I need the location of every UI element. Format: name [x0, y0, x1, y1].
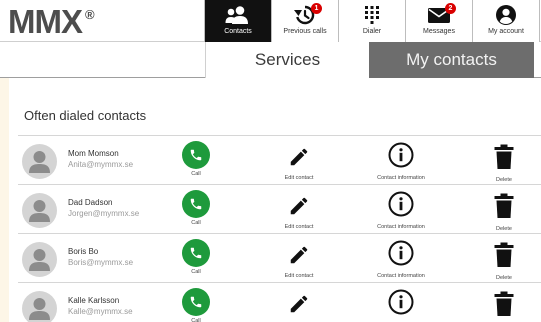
- edit-label: Edit contact: [284, 273, 314, 279]
- nav-my-account[interactable]: My account: [472, 0, 540, 42]
- nav-dialer[interactable]: Dialer: [338, 0, 405, 42]
- nav-label: My account: [488, 28, 524, 35]
- contact-email: Anita@mymmx.se: [68, 160, 134, 169]
- contact-list: Mom Momson Anita@mymmx.se Call Edit cont…: [18, 135, 541, 322]
- info-label: Contact information: [377, 273, 425, 279]
- info-label: Contact information: [377, 175, 425, 181]
- avatar-placeholder-icon: [22, 242, 57, 277]
- phone-icon: [182, 239, 210, 267]
- logo-registered-mark: ®: [85, 7, 95, 22]
- edit-contact-button[interactable]: Edit contact: [274, 293, 324, 322]
- contact-row: Kalle Karlsson Kalle@mymmx.se Call Edit …: [18, 283, 541, 322]
- contact-name: Boris Bo: [68, 247, 99, 256]
- nav-label: Messages: [423, 28, 455, 35]
- edit-label: Edit contact: [284, 224, 314, 230]
- delete-label: Delete: [496, 275, 512, 281]
- phone-icon: [182, 141, 210, 169]
- contact-information-button[interactable]: Contact information: [368, 289, 434, 322]
- call-label: Call: [191, 318, 201, 322]
- avatar-placeholder-icon: [22, 193, 57, 228]
- nav-label: Contacts: [224, 28, 252, 35]
- contact-name: Mom Momson: [68, 149, 119, 158]
- contact-email: Jorgen@mymmx.se: [68, 209, 140, 218]
- pencil-icon: [288, 146, 310, 173]
- dialpad-icon: [364, 0, 380, 27]
- edit-contact-button[interactable]: Edit contact: [274, 195, 324, 230]
- edit-contact-button[interactable]: Edit contact: [274, 146, 324, 181]
- nav-previous-calls[interactable]: 1 Previous calls: [271, 0, 338, 42]
- tab-services[interactable]: Services: [205, 42, 369, 78]
- section-title: Often dialed contacts: [24, 108, 147, 123]
- contact-row: Mom Momson Anita@mymmx.se Call Edit cont…: [18, 136, 541, 185]
- info-icon: [388, 191, 414, 222]
- trash-icon: [494, 242, 514, 273]
- contact-email: Kalle@mymmx.se: [68, 307, 133, 316]
- delete-button[interactable]: Delete: [484, 291, 524, 322]
- info-icon: [388, 142, 414, 173]
- trash-icon: [494, 193, 514, 224]
- contact-email: Boris@mymmx.se: [68, 258, 134, 267]
- phone-icon: [182, 190, 210, 218]
- info-icon: [388, 289, 414, 320]
- previous-calls-badge: 1: [311, 3, 322, 14]
- mmx-logo[interactable]: MMX ®: [8, 4, 95, 40]
- tabs-row: Services My contacts: [0, 42, 541, 78]
- call-button[interactable]: Call: [178, 239, 214, 275]
- contact-information-button[interactable]: Contact information: [368, 191, 434, 230]
- info-label: Contact information: [377, 224, 425, 230]
- call-button[interactable]: Call: [178, 190, 214, 226]
- contact-row: Dad Dadson Jorgen@mymmx.se Call Edit con…: [18, 185, 541, 234]
- delete-button[interactable]: Delete: [484, 242, 524, 281]
- call-label: Call: [191, 171, 201, 177]
- trash-icon: [494, 144, 514, 175]
- avatar-placeholder-icon: [22, 291, 57, 322]
- pencil-icon: [288, 195, 310, 222]
- left-accent-stripe: [0, 78, 9, 322]
- app-root: MMX ® Contacts 1 Previous calls Dialer 2…: [0, 0, 541, 322]
- main-nav: Contacts 1 Previous calls Dialer 2 Messa…: [204, 0, 540, 42]
- call-button[interactable]: Call: [178, 141, 214, 177]
- delete-label: Delete: [496, 226, 512, 232]
- account-icon: [495, 0, 517, 27]
- nav-label: Previous calls: [283, 28, 327, 35]
- logo-text: MMX: [8, 3, 83, 40]
- delete-button[interactable]: Delete: [484, 193, 524, 232]
- trash-icon: [494, 291, 514, 322]
- contact-information-button[interactable]: Contact information: [368, 142, 434, 181]
- nav-contacts[interactable]: Contacts: [204, 0, 271, 42]
- call-button[interactable]: Call: [178, 288, 214, 322]
- contact-row: Boris Bo Boris@mymmx.se Call Edit contac…: [18, 234, 541, 283]
- call-label: Call: [191, 269, 201, 275]
- nav-label: Dialer: [362, 28, 382, 35]
- contact-name: Dad Dadson: [68, 198, 113, 207]
- delete-button[interactable]: Delete: [484, 144, 524, 183]
- top-bar: MMX ® Contacts 1 Previous calls Dialer 2…: [0, 0, 541, 42]
- contact-information-button[interactable]: Contact information: [368, 240, 434, 279]
- tab-my-contacts[interactable]: My contacts: [369, 42, 534, 78]
- pencil-icon: [288, 244, 310, 271]
- info-icon: [388, 240, 414, 271]
- nav-messages[interactable]: 2 Messages: [405, 0, 472, 42]
- phone-icon: [182, 288, 210, 316]
- edit-label: Edit contact: [284, 175, 314, 181]
- contacts-icon: [225, 0, 251, 27]
- pencil-icon: [288, 293, 310, 320]
- call-label: Call: [191, 220, 201, 226]
- edit-contact-button[interactable]: Edit contact: [274, 244, 324, 279]
- contact-name: Kalle Karlsson: [68, 296, 120, 305]
- avatar-placeholder-icon: [22, 144, 57, 179]
- messages-badge: 2: [445, 3, 456, 14]
- delete-label: Delete: [496, 177, 512, 183]
